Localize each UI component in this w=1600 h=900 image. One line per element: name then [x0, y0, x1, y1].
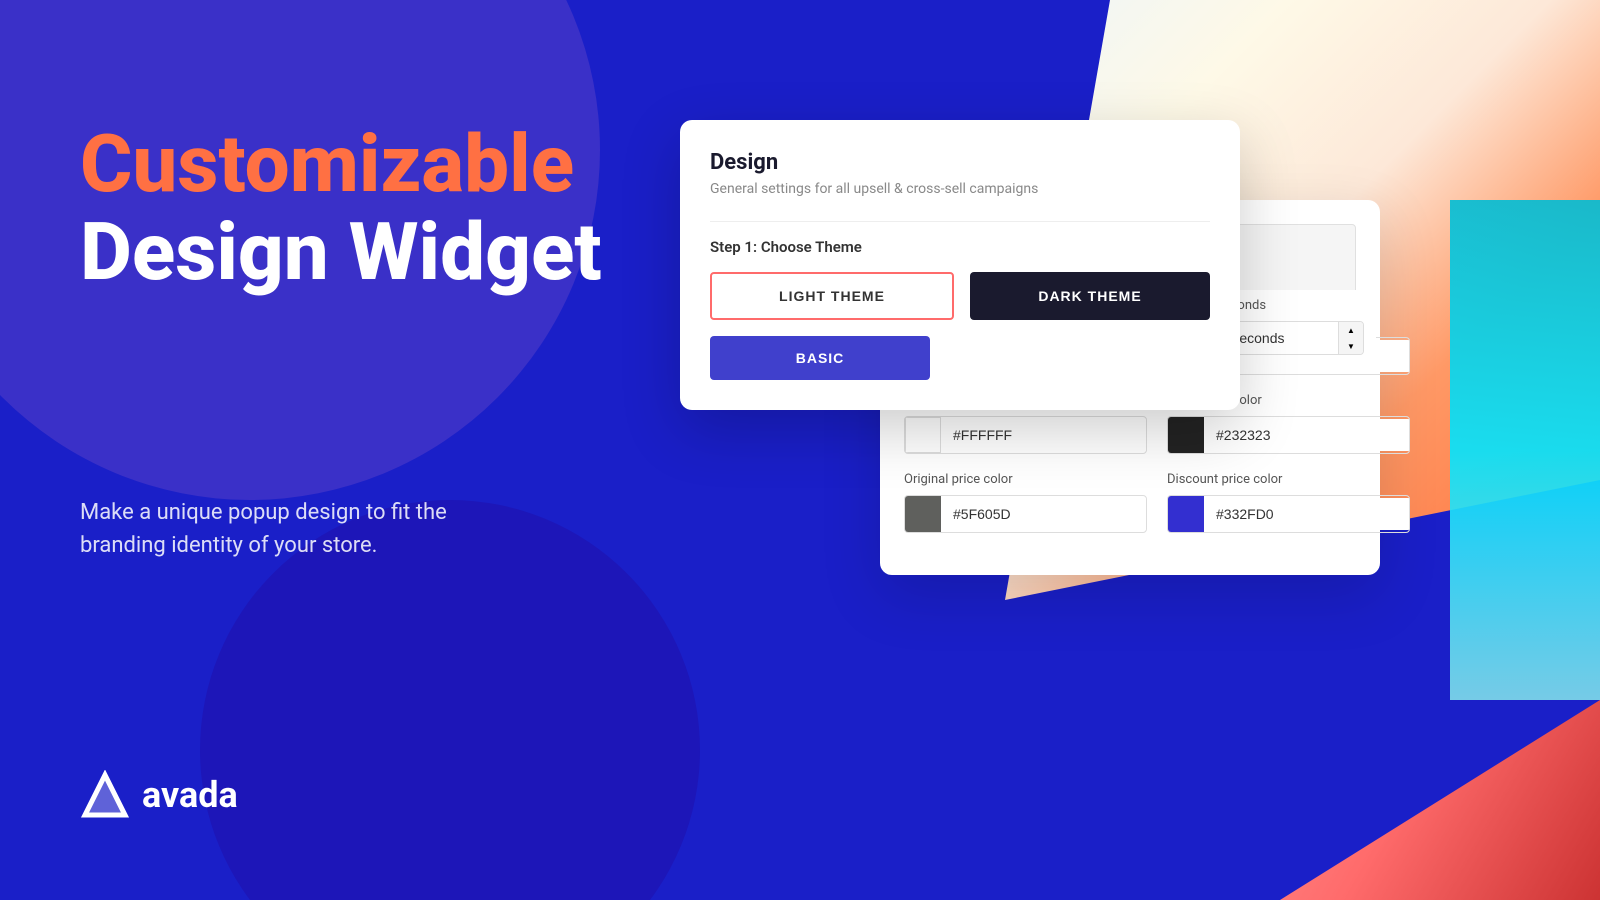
- dark-theme-button[interactable]: DARK THEME: [970, 272, 1210, 320]
- original-price-color-label: Original price color: [904, 472, 1147, 487]
- color-row-3: Original price color Discount price colo…: [904, 472, 1356, 533]
- discount-price-color-label: Discount price color: [1167, 472, 1410, 487]
- original-price-color-value[interactable]: [941, 498, 1146, 530]
- panel-subtitle: General settings for all upsell & cross-…: [710, 181, 1210, 197]
- discount-price-color-input-row[interactable]: [1167, 495, 1410, 533]
- action-color-value[interactable]: [941, 419, 1146, 451]
- bg-teal: [1450, 200, 1600, 700]
- original-price-color-swatch[interactable]: [905, 496, 941, 532]
- action-text-color-swatch[interactable]: [1168, 417, 1204, 453]
- hero-content: Customizable Design Widget Make a unique…: [80, 120, 602, 562]
- action-text-color-input-row[interactable]: [1167, 416, 1410, 454]
- step-label: Step 1: Choose Theme: [710, 221, 1210, 256]
- discount-price-color-swatch[interactable]: [1168, 496, 1204, 532]
- headline-design: Design Widget: [80, 208, 602, 296]
- action-color-swatch[interactable]: [905, 417, 941, 453]
- seconds-spinner[interactable]: ▲ ▼: [1338, 322, 1363, 354]
- basic-button[interactable]: BASIC: [710, 336, 930, 380]
- discount-price-color-value[interactable]: [1204, 498, 1409, 530]
- bg-bottom-right: [1200, 700, 1600, 900]
- avada-logo-icon: [80, 770, 130, 820]
- spinner-down-button[interactable]: ▼: [1339, 338, 1363, 354]
- theme-buttons-row: LIGHT THEME DARK THEME: [710, 272, 1210, 320]
- logo-text: avada: [142, 774, 238, 816]
- original-price-color-field: Original price color: [904, 472, 1147, 533]
- spinner-up-button[interactable]: ▲: [1339, 322, 1363, 338]
- headline-customizable: Customizable: [80, 120, 602, 208]
- action-text-color-value[interactable]: [1204, 419, 1409, 451]
- action-color-input-row[interactable]: [904, 416, 1147, 454]
- original-price-color-input-row[interactable]: [904, 495, 1147, 533]
- logo: avada: [80, 770, 238, 820]
- discount-price-color-field: Discount price color: [1167, 472, 1410, 533]
- design-panel: Design General settings for all upsell &…: [680, 120, 1240, 410]
- light-theme-button[interactable]: LIGHT THEME: [710, 272, 954, 320]
- panel-title: Design: [710, 150, 1210, 175]
- hero-subtitle: Make a unique popup design to fit the br…: [80, 496, 500, 562]
